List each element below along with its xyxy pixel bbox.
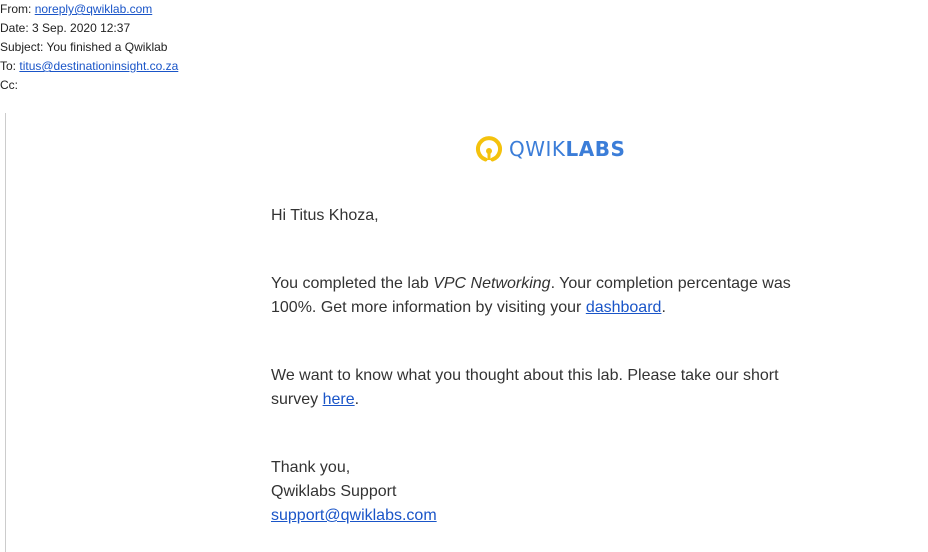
survey-link[interactable]: here — [323, 391, 355, 408]
greeting: Hi Titus Khoza, — [271, 207, 379, 224]
completion-text: You completed the lab — [271, 275, 434, 292]
completion-paragraph: You completed the lab VPC Networking. Yo… — [271, 272, 811, 320]
quote-divider — [5, 113, 6, 552]
from-link[interactable]: noreply@qwiklab.com — [35, 2, 153, 16]
date-value: 3 Sep. 2020 12:37 — [32, 21, 131, 35]
signature: Qwiklabs Support — [271, 483, 397, 500]
from-row: From: noreply@qwiklab.com — [0, 0, 178, 19]
logo-text-light: QWIK — [509, 137, 566, 161]
logo-text: QWIKLABS — [509, 137, 625, 161]
support-email-link[interactable]: support@qwiklabs.com — [271, 507, 437, 524]
cc-row: Cc: — [0, 76, 178, 95]
qwiklabs-logo: QWIKLABS — [475, 135, 625, 163]
completion-end: . — [661, 299, 666, 316]
date-row: Date: 3 Sep. 2020 12:37 — [0, 19, 178, 38]
email-headers: From: noreply@qwiklab.com Date: 3 Sep. 2… — [0, 0, 178, 95]
survey-paragraph: We want to know what you thought about t… — [271, 364, 811, 412]
date-label: Date: — [0, 21, 29, 35]
subject-row: Subject: You finished a Qwiklab — [0, 38, 178, 57]
subject-value: You finished a Qwiklab — [46, 40, 168, 54]
survey-end: . — [354, 391, 360, 408]
to-link[interactable]: titus@destinationinsight.co.za — [19, 59, 178, 73]
to-label: To: — [0, 59, 17, 73]
to-row: To: titus@destinationinsight.co.za — [0, 57, 178, 76]
qwiklabs-logo-icon — [476, 136, 502, 162]
thanks: Thank you, — [271, 459, 351, 476]
cc-label: Cc: — [0, 78, 18, 92]
email-body: Hi Titus Khoza, You completed the lab VP… — [271, 204, 811, 528]
subject-label: Subject: — [0, 40, 44, 54]
from-label: From: — [0, 2, 32, 16]
dashboard-link[interactable]: dashboard — [586, 299, 662, 316]
logo-text-bold: LABS — [565, 137, 626, 161]
lab-name: VPC Networking — [433, 275, 551, 292]
